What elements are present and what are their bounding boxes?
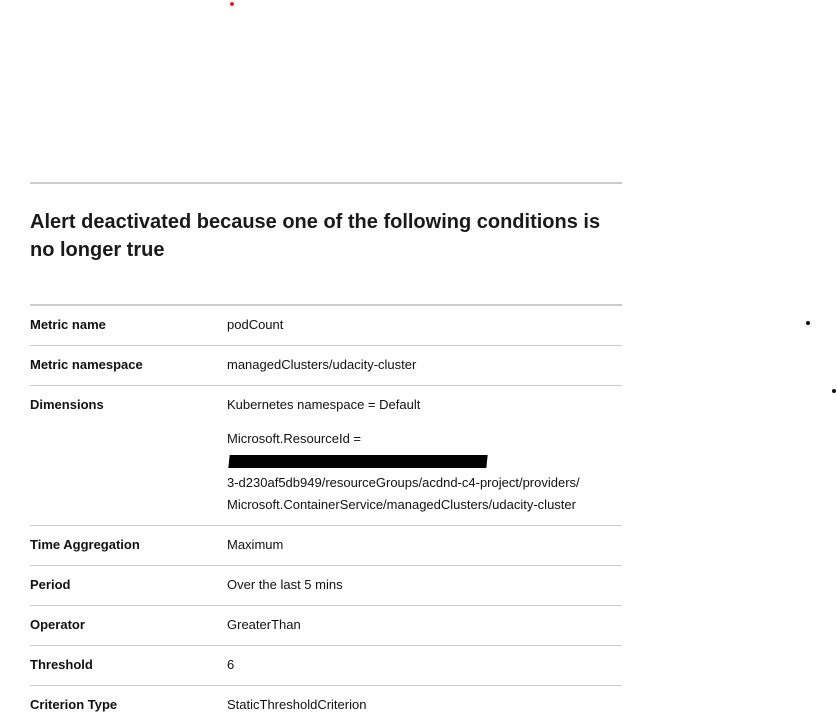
- row-label: Time Aggregation: [30, 537, 140, 552]
- row-label: Metric name: [30, 317, 106, 332]
- section-divider: [30, 182, 622, 184]
- row-label: Period: [30, 577, 71, 592]
- alert-heading: Alert deactivated because one of the fol…: [30, 211, 601, 261]
- row-label: Criterion Type: [30, 697, 118, 712]
- row-value: podCount: [227, 317, 284, 332]
- row-value: GreaterThan: [227, 617, 301, 632]
- row-value: managedClusters/udacity-cluster: [227, 357, 417, 372]
- table-row: Operator GreaterThan: [30, 606, 622, 646]
- row-value: Maximum: [227, 537, 284, 552]
- table-row: Time Aggregation Maximum: [30, 526, 622, 566]
- table-row: Dimensions Kubernetes namespace = Defaul…: [30, 386, 622, 526]
- dimension-namespace: Kubernetes namespace = Default: [227, 397, 421, 412]
- resource-id-continued: 3-d230af5db949/resourceGroups/acdnd-c4-p…: [227, 475, 580, 490]
- row-label: Metric namespace: [30, 357, 143, 372]
- stray-dot: [806, 321, 810, 325]
- resource-id-continued: Microsoft.ContainerService/managedCluste…: [227, 497, 576, 512]
- row-value: Over the last 5 mins: [227, 577, 343, 592]
- table-row: Metric name podCount: [30, 306, 622, 346]
- row-label: Dimensions: [30, 397, 104, 412]
- row-label: Operator: [30, 617, 85, 632]
- red-dot-marker: [230, 2, 234, 6]
- stray-dot: [832, 389, 836, 393]
- table-row: Period Over the last 5 mins: [30, 566, 622, 606]
- row-label: Threshold: [30, 657, 93, 672]
- table-row: Metric namespace managedClusters/udacity…: [30, 346, 622, 386]
- alert-conditions-table: Metric name podCount Metric namespace ma…: [30, 304, 622, 725]
- table-row: Criterion Type StaticThresholdCriterion: [30, 686, 622, 725]
- resource-id-line: Microsoft.ResourceId =: [227, 428, 622, 472]
- resource-id-prefix: Microsoft.ResourceId =: [227, 431, 362, 446]
- table-row: Threshold 6: [30, 646, 622, 686]
- redaction-bar: [228, 455, 488, 469]
- row-value: StaticThresholdCriterion: [227, 697, 367, 712]
- row-value: 6: [227, 657, 235, 672]
- dimensions-value: Kubernetes namespace = Default Microsoft…: [227, 394, 622, 516]
